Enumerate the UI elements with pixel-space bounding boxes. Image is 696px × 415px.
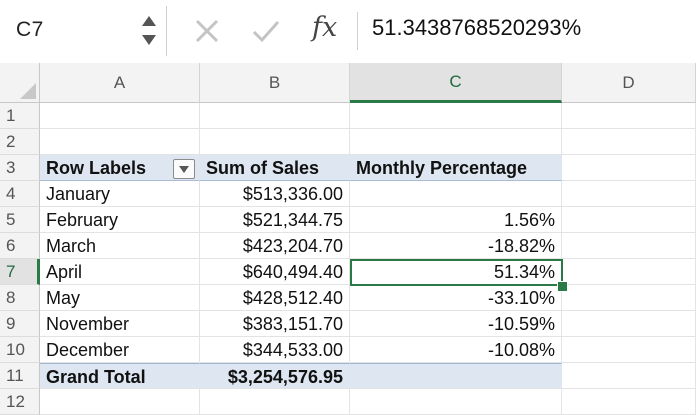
pivot-sales-value[interactable]: $383,151.70 [200,311,350,337]
pivot-sales-value[interactable]: $521,344.75 [200,207,350,233]
cell-b12[interactable] [200,389,350,415]
pivot-sales-value[interactable]: $428,512.40 [200,285,350,311]
row-header-9[interactable]: 9 [0,311,40,337]
name-box-stepper-icon[interactable] [141,14,157,48]
pivot-sales-value[interactable]: $640,494.40 [200,259,350,285]
pivot-sales-value[interactable]: $513,336.00 [200,181,350,207]
cell-d2[interactable] [562,129,696,155]
column-header-a[interactable]: A [40,63,200,103]
select-all-corner[interactable] [0,63,40,103]
cell-a1[interactable] [40,103,200,129]
name-box[interactable]: C7 [0,6,167,56]
column-header-c[interactable]: C [350,63,562,103]
cell-d3[interactable] [562,155,696,181]
row-header-12[interactable]: 12 [0,389,40,415]
cell-d5[interactable] [562,207,696,233]
cell-d6[interactable] [562,233,696,259]
row-header-3[interactable]: 3 [0,155,40,181]
pivot-row-label[interactable]: March [40,233,200,259]
pivot-percentage-value[interactable]: 1.56% [350,207,562,233]
cell-b2[interactable] [200,129,350,155]
confirm-check-icon[interactable] [251,17,281,45]
name-box-value[interactable]: C7 [16,18,44,42]
cell-d11[interactable] [562,363,696,389]
pivot-percentage-value[interactable]: -10.08% [350,337,562,363]
row-header-4[interactable]: 4 [0,181,40,207]
fill-handle[interactable] [557,281,568,292]
cell-b1[interactable] [200,103,350,129]
pivot-percentage-value[interactable]: -10.59% [350,311,562,337]
cell-c1[interactable] [350,103,562,129]
pivot-row-label[interactable]: May [40,285,200,311]
cell-d4[interactable] [562,181,696,207]
pivot-row-label[interactable]: April [40,259,200,285]
formula-bar-divider [357,12,358,50]
cell-d9[interactable] [562,311,696,337]
cell-c12[interactable] [350,389,562,415]
cell-d8[interactable] [562,285,696,311]
cell-d7[interactable] [562,259,696,285]
cell-a12[interactable] [40,389,200,415]
row-header-8[interactable]: 8 [0,285,40,311]
cell-a2[interactable] [40,129,200,155]
pivot-percentage-value[interactable]: -33.10% [350,285,562,311]
spreadsheet-grid: A B C D 1 2 3 4 5 6 7 8 9 10 11 12 Row L… [0,63,696,415]
pivot-row-label[interactable]: January [40,181,200,207]
cell-d10[interactable] [562,337,696,363]
row-header-1[interactable]: 1 [0,103,40,129]
cell-d1[interactable] [562,103,696,129]
pivot-percentage-value[interactable] [350,181,562,207]
column-header-d[interactable]: D [562,63,696,103]
row-header-10[interactable]: 10 [0,337,40,363]
cell-d12[interactable] [562,389,696,415]
fx-icon[interactable]: fx [312,12,337,43]
row-header-6[interactable]: 6 [0,233,40,259]
formula-bar: C7 fx 51.3438768520293% [0,0,696,64]
pivot-row-label[interactable]: February [40,207,200,233]
pivot-sales-value[interactable]: $423,204.70 [200,233,350,259]
pivot-percentage-value-selected[interactable]: 51.34% [350,259,562,285]
pivot-grand-total-sales[interactable]: $3,254,576.95 [200,363,350,389]
row-header-7[interactable]: 7 [0,259,40,285]
cancel-icon[interactable] [193,17,221,45]
row-labels-filter-icon[interactable] [173,159,195,179]
pivot-sales-value[interactable]: $344,533.00 [200,337,350,363]
row-header-2[interactable]: 2 [0,129,40,155]
formula-input[interactable]: 51.3438768520293% [372,15,581,41]
pivot-row-label[interactable]: December [40,337,200,363]
pivot-percentage-value[interactable]: -18.82% [350,233,562,259]
pivot-header-monthly-percentage[interactable]: Monthly Percentage [350,155,562,181]
pivot-header-sum-of-sales[interactable]: Sum of Sales [200,155,350,181]
row-header-5[interactable]: 5 [0,207,40,233]
pivot-grand-total-label[interactable]: Grand Total [40,363,200,389]
pivot-grand-total-percentage[interactable] [350,363,562,389]
pivot-row-label[interactable]: November [40,311,200,337]
column-header-b[interactable]: B [200,63,350,103]
row-header-11[interactable]: 11 [0,363,40,389]
cell-c2[interactable] [350,129,562,155]
